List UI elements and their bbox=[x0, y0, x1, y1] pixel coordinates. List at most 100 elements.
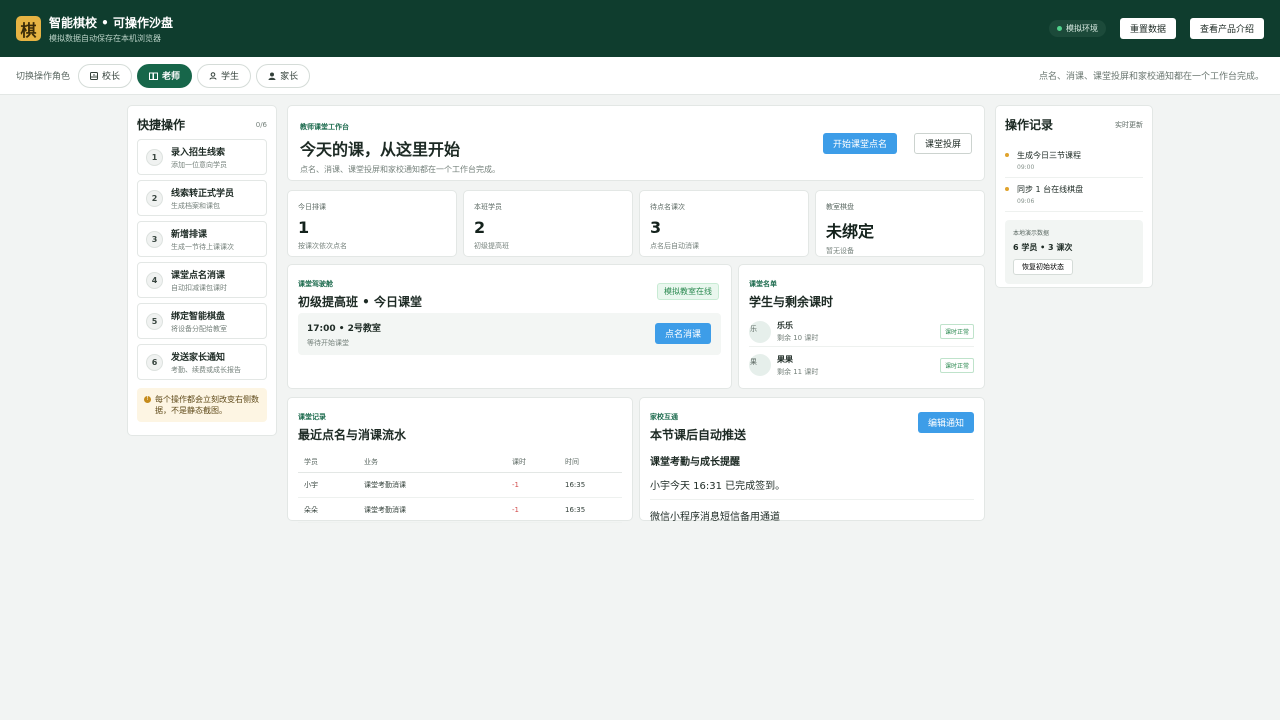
stat-value: 3 bbox=[650, 218, 662, 237]
status-badge: 课时正常 bbox=[939, 324, 974, 339]
quick-actions-count: 0/6 bbox=[255, 120, 267, 129]
local-data-value: 6 学员 • 3 课次 bbox=[1013, 243, 1073, 252]
stat-label: 教室棋盘 bbox=[826, 203, 854, 211]
role-hint: 点名、消课、课堂投屏和家校通知都在一个工作台完成。 bbox=[1038, 72, 1264, 82]
person-icon bbox=[268, 72, 276, 80]
status-dot-icon bbox=[1056, 26, 1062, 31]
quick-action-notify-parent[interactable]: 6 发送家长通知 考勤、续费或成长报告 bbox=[137, 344, 267, 380]
quick-action-title: 线索转正式学员 bbox=[171, 188, 235, 199]
session-box: 17:00 • 2号教室 等待开始课堂 点名消课 bbox=[298, 313, 721, 355]
list-item[interactable]: 乐 乐乐剩余 10 课时 课时正常 bbox=[749, 317, 974, 347]
log-entry-title: 生成今日三节课程 bbox=[1017, 151, 1081, 160]
quick-action-title: 新增排课 bbox=[171, 229, 208, 240]
stat-card-pending: 待点名课次 3 点名后自动消课 bbox=[639, 190, 809, 257]
log-title: 操作记录 bbox=[1005, 118, 1054, 132]
status-badge: 课时正常 bbox=[939, 357, 974, 373]
table-row: 朵朵 课堂考勤消课 -1 16:35 bbox=[298, 497, 622, 523]
records-title: 最近点名与消课流水 bbox=[298, 428, 407, 442]
edit-notice-button[interactable]: 编辑通知 bbox=[917, 412, 974, 433]
quick-action-sub: 生成档案和课包 bbox=[171, 201, 220, 210]
cell-business: 课堂考勤消课 bbox=[358, 497, 506, 523]
restore-initial-button[interactable]: 恢复初始状态 bbox=[1013, 259, 1073, 275]
role-bar: 切换操作角色 校长 老师 学生 家长 点名、消课、课堂投屏和家校通知都在一个工作… bbox=[0, 57, 1280, 95]
chart-icon bbox=[90, 71, 99, 80]
notice-heading: 课堂考勤与成长提醒 bbox=[650, 457, 740, 468]
quick-action-title: 课堂点名消课 bbox=[171, 270, 226, 281]
book-icon bbox=[149, 72, 159, 80]
student-name: 乐乐 bbox=[777, 321, 793, 330]
user-icon bbox=[209, 71, 217, 80]
stat-sub: 按课次依次点名 bbox=[298, 242, 347, 250]
column-header: 时间 bbox=[559, 452, 622, 473]
tip-box: ! 每个操作都会立刻改变右侧数据，不是静态截图。 bbox=[137, 388, 267, 423]
stat-label: 今日排课 bbox=[298, 203, 326, 211]
step-number: 3 bbox=[146, 230, 163, 248]
quick-action-sub: 添加一位意向学员 bbox=[171, 160, 227, 169]
quick-action-convert-lead[interactable]: 2 线索转正式学员 生成档案和课包 bbox=[137, 180, 267, 216]
step-number: 1 bbox=[146, 148, 163, 166]
stat-card-students: 本班学员 2 初级提高班 bbox=[463, 190, 633, 257]
live-update-label: 实时更新 bbox=[1115, 120, 1143, 129]
cell-time: 16:35 bbox=[559, 497, 622, 523]
quick-actions-title: 快捷操作 bbox=[137, 118, 186, 132]
stat-value: 2 bbox=[474, 218, 486, 237]
cell-student: 朵朵 bbox=[298, 497, 358, 523]
start-roll-call-button[interactable]: 开始课堂点名 bbox=[823, 133, 898, 154]
operation-log-panel: 操作记录 实时更新 生成今日三节课程 09:00 同步 1 台在线棋盘 09:06 … bbox=[995, 105, 1153, 288]
log-entry-time: 09:06 bbox=[1017, 198, 1035, 205]
local-data-label: 本地演示数据 bbox=[1013, 230, 1050, 237]
role-principal-button[interactable]: 校长 bbox=[78, 63, 133, 88]
stat-card-board: 教室棋盘 未绑定 暂无设备 bbox=[815, 190, 985, 257]
quick-action-add-lead[interactable]: 1 录入招生线索 添加一位意向学员 bbox=[137, 139, 267, 175]
log-entry: 同步 1 台在线棋盘 09:06 bbox=[1005, 178, 1143, 212]
cell-business: 课堂考勤消课 bbox=[358, 472, 506, 498]
log-entry-time: 09:00 bbox=[1017, 164, 1035, 171]
session-status: 等待开始课堂 bbox=[307, 339, 349, 347]
app-subtitle: 模拟数据自动保存在本机浏览器 bbox=[49, 33, 161, 43]
session-title: 17:00 • 2号教室 bbox=[307, 324, 381, 334]
student-remaining: 剩余 11 课时 bbox=[777, 367, 819, 376]
notice-line-1: 小宇今天 16:31 已完成签到。 bbox=[650, 468, 974, 500]
student-name: 果果 bbox=[777, 354, 793, 364]
role-parent-button[interactable]: 家长 bbox=[256, 63, 311, 88]
roll-call-button[interactable]: 点名消课 bbox=[654, 323, 711, 344]
classroom-cast-button[interactable]: 课堂投屏 bbox=[914, 133, 973, 154]
local-data-box: 本地演示数据 6 学员 • 3 课次 恢复初始状态 bbox=[1005, 220, 1143, 284]
cell-hours: -1 bbox=[506, 497, 559, 523]
quick-actions-panel: 快捷操作 0/6 1 录入招生线索 添加一位意向学员 2 线索转正式学员 生成档案和… bbox=[127, 105, 277, 436]
top-bar: 棋 智能棋校 • 可操作沙盘 模拟数据自动保存在本机浏览器 模拟环境 重置数据 … bbox=[0, 0, 1280, 57]
role-label-student: 学生 bbox=[221, 72, 240, 82]
column-header: 学员 bbox=[298, 452, 358, 473]
roster-panel: 课堂名单 学生与剩余课时 乐 乐乐 剩余 10 课时 课时正常 果 果果 剩余 11… bbox=[738, 264, 985, 389]
quick-action-add-schedule[interactable]: 3 新增排课 生成一节待上课课次 bbox=[137, 221, 267, 257]
stat-sub: 初级提高班 bbox=[474, 242, 509, 250]
quick-action-bind-board[interactable]: 5 绑定智能棋盘 将设备分配给教室 bbox=[137, 303, 267, 339]
product-intro-button[interactable]: 查看产品介绍 bbox=[1189, 18, 1264, 39]
bullet-icon bbox=[1005, 187, 1009, 191]
classroom-online-badge: 模拟教室在线 bbox=[657, 283, 719, 300]
log-entry-title: 同步 1 台在线棋盘 bbox=[1017, 185, 1084, 194]
role-teacher-button[interactable]: 老师 bbox=[137, 63, 193, 88]
student-remaining: 剩余 10 课时 bbox=[777, 334, 819, 342]
bullet-icon bbox=[1005, 153, 1009, 157]
stat-value: 未绑定 bbox=[826, 222, 875, 241]
quick-action-title: 发送家长通知 bbox=[171, 352, 226, 363]
role-student-button[interactable]: 学生 bbox=[197, 63, 252, 88]
role-label-teacher: 老师 bbox=[162, 72, 181, 82]
cell-time: 16:35 bbox=[559, 472, 622, 498]
classroom-cockpit-panel: 课堂驾驶舱 初级提高班 • 今日课堂 模拟教室在线 17:00 • 2号教室 等… bbox=[287, 264, 732, 389]
quick-action-title: 录入招生线索 bbox=[171, 147, 226, 158]
records-panel: 课堂记录 最近点名与消课流水 学员 业务 课时 时间 小宇 课堂考勤消课 -1 … bbox=[287, 397, 633, 523]
quick-action-sub: 将设备分配给教室 bbox=[171, 324, 227, 333]
quick-action-sub: 考勤、续费或成长报告 bbox=[171, 365, 241, 374]
reset-data-button[interactable]: 重置数据 bbox=[1119, 18, 1176, 39]
brand: 智能棋校 • 可操作沙盘 模拟数据自动保存在本机浏览器 bbox=[49, 14, 173, 44]
notify-panel: 家校互通 本节课后自动推送 编辑通知 课堂考勤与成长提醒 小宇今天 16:31 … bbox=[639, 397, 985, 523]
cell-hours: -1 bbox=[506, 472, 559, 498]
list-item[interactable]: 果 果果 剩余 11 课时 课时正常 bbox=[749, 350, 974, 380]
step-number: 4 bbox=[146, 271, 163, 289]
stat-sub: 暂无设备 bbox=[826, 247, 854, 255]
quick-action-roll-call[interactable]: 4 课堂点名消课 自动扣减课包课时 bbox=[137, 262, 267, 298]
roster-title: 学生与剩余课时 bbox=[749, 295, 834, 309]
avatar: 乐 bbox=[749, 320, 771, 343]
